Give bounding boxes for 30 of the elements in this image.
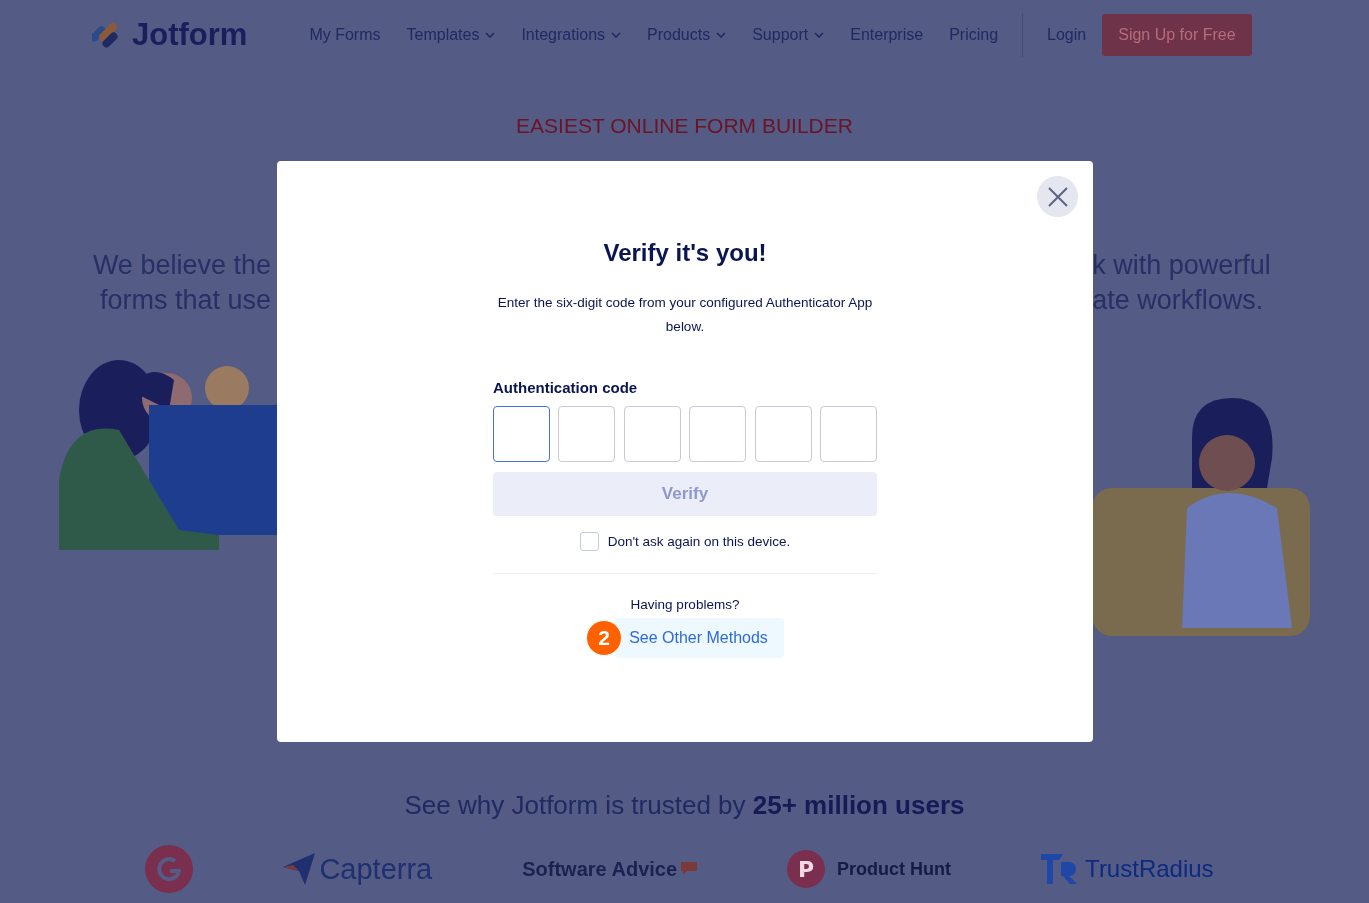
- logo-wordmark[interactable]: Jotform: [132, 17, 248, 53]
- review-site-logo-icon: [145, 845, 194, 893]
- checkbox[interactable]: [579, 532, 599, 551]
- close-button[interactable]: [1037, 176, 1078, 217]
- brand-badge: P: [787, 850, 826, 888]
- step-badge: 2: [586, 620, 623, 656]
- chevron-down-icon: [814, 32, 825, 38]
- code-digit-field[interactable]: [689, 406, 747, 462]
- checkbox-label: Don't ask again on this device.: [607, 534, 791, 549]
- arrow-logo-icon: [283, 853, 316, 885]
- speech-bubble-icon: [681, 862, 698, 876]
- other-methods-button[interactable]: See Other Methods: [615, 618, 784, 658]
- brand-name: TrustRadius: [1085, 855, 1214, 883]
- field-label: Authentication code: [493, 379, 639, 396]
- code-digit-field[interactable]: [754, 406, 812, 462]
- chevron-down-icon: [716, 32, 727, 38]
- tagline: EASIEST ONLINE FORM BUILDER: [515, 114, 854, 138]
- brand-name: Software Advice: [522, 857, 678, 881]
- code-digit-field[interactable]: [493, 406, 550, 462]
- code-digit-field[interactable]: [623, 406, 681, 462]
- help-text: Having problems?: [629, 597, 741, 612]
- chevron-down-icon: [611, 32, 622, 38]
- close-icon: [1046, 185, 1069, 208]
- code-digit-field[interactable]: [819, 406, 877, 462]
- chevron-down-icon: [485, 32, 496, 38]
- brand-name: Product Hunt: [837, 858, 952, 880]
- signup-button[interactable]: Sign Up for Free: [1102, 14, 1252, 56]
- dialog-description: Enter the six-digit code from your configured Authenticator App below.: [496, 294, 874, 336]
- dialog-title: Verify it's you!: [602, 239, 768, 267]
- code-digit-field[interactable]: [558, 406, 616, 462]
